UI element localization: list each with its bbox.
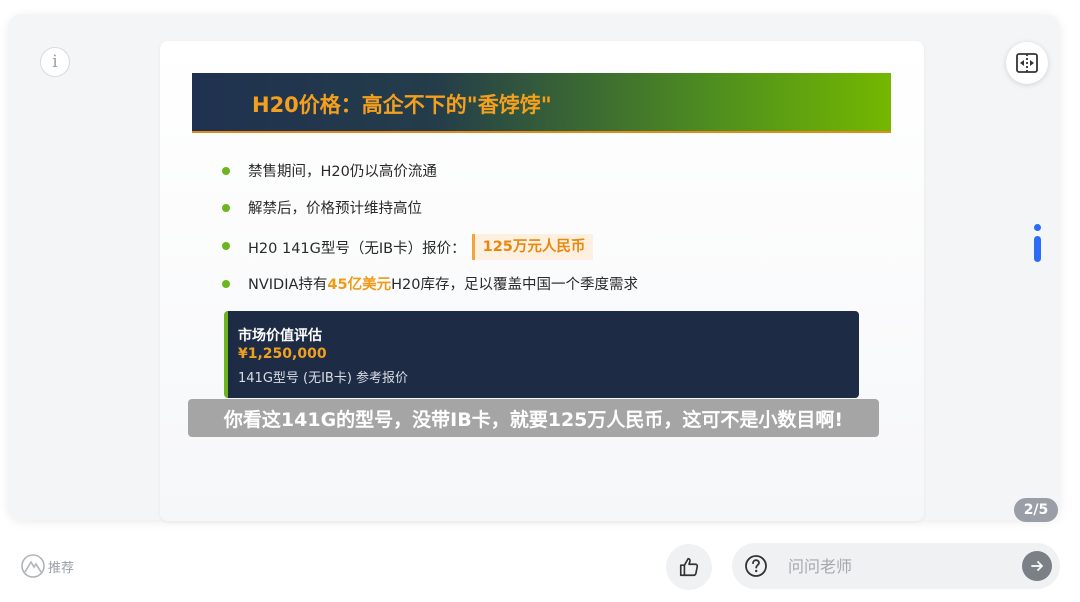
info-glyph: i (52, 52, 58, 72)
bullet-text: 禁售期间，H20仍以高价流通 (248, 164, 437, 180)
recommend-label: 推荐 (48, 560, 75, 576)
bullet-prefix: H20 141G型号（无IB卡）报价： (248, 241, 466, 257)
bullet-dot (222, 167, 230, 175)
bullet-prefix: NVIDIA持有 (248, 277, 328, 293)
bullet-highlight: 45亿美元 (327, 277, 392, 293)
ask-teacher-input[interactable] (788, 551, 1008, 581)
bullet-dot (222, 204, 230, 212)
arrow-right-icon (1031, 561, 1043, 571)
slide: H20价格：高企不下的"香饽饽" 禁售期间，H20仍以高价流通 解禁后，价格预计… (160, 41, 924, 521)
bullet-text: NVIDIA持有45亿美元H20库存，足以覆盖中国一个季度需求 (248, 274, 638, 296)
market-box-value: ¥1,250,000 (238, 346, 327, 362)
send-button[interactable] (1022, 551, 1052, 581)
bullet-dot (222, 242, 230, 250)
slide-title-bar: H20价格：高企不下的"香饽饽" (192, 73, 891, 133)
slide-title: H20价格：高企不下的"香饽饽" (252, 93, 552, 117)
recommend-icon (21, 554, 45, 578)
side-info-icon[interactable] (1029, 224, 1045, 268)
like-button[interactable] (666, 544, 712, 590)
page-counter: 2/5 (1014, 498, 1058, 522)
question-icon (745, 555, 767, 577)
side-info-dot (1033, 224, 1041, 231)
thumbs-up-icon (679, 557, 699, 577)
market-value-box: 市场价值评估 ¥1,250,000 141G型号 (无IB卡) 参考报价 (224, 311, 859, 398)
market-box-note: 141G型号 (无IB卡) 参考报价 (238, 371, 409, 386)
lesson-player: i 2/5 H20价格：高企不下的"香饽饽" 禁售期间，H20仍以高价流通 解禁… (8, 14, 1060, 522)
ask-teacher-bar (732, 543, 1060, 589)
bullet-dot (222, 280, 230, 288)
bullet-suffix: H20库存，足以覆盖中国一个季度需求 (391, 277, 638, 293)
subtitle-caption: 你看这141G的型号，没带IB卡，就要125万人民币，这可不是小数目啊! (188, 399, 879, 437)
split-view-icon (1016, 53, 1038, 73)
bullet-text: 解禁后，价格预计维持高位 (248, 201, 422, 217)
market-box-title: 市场价值评估 (238, 328, 322, 344)
side-info-bar (1033, 236, 1041, 262)
price-tag: 125万元人民币 (471, 234, 594, 260)
info-icon[interactable]: i (40, 47, 70, 77)
split-view-button[interactable] (1006, 42, 1048, 84)
recommend-button[interactable]: 推荐 (20, 550, 80, 582)
bullet-text: H20 141G型号（无IB卡）报价： 125万元人民币 (248, 234, 594, 262)
